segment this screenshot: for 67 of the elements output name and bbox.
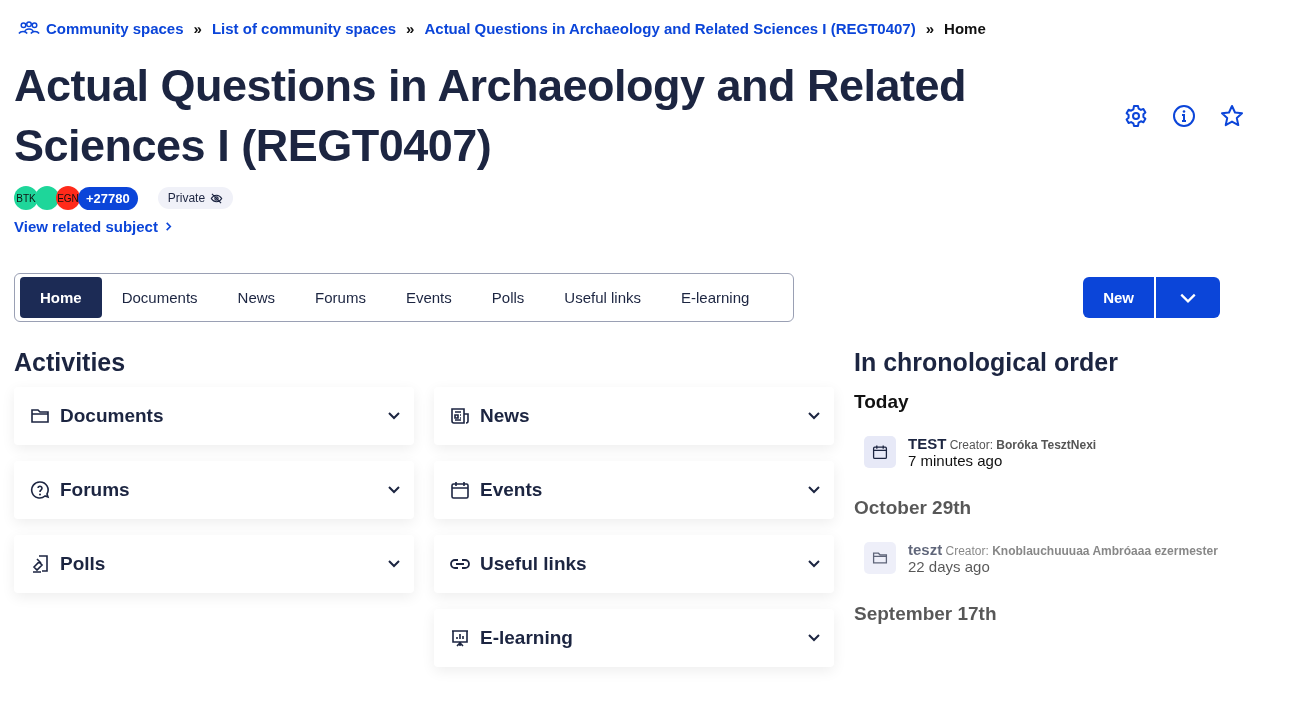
tab[interactable]: Useful links <box>544 277 661 318</box>
settings-icon[interactable] <box>1124 104 1148 128</box>
member-avatar: BTK <box>14 186 38 210</box>
related-subject-link[interactable]: View related subject <box>14 218 173 235</box>
breadcrumb-link[interactable]: Community spaces <box>46 19 184 37</box>
accordion-title: Events <box>480 479 544 501</box>
tab[interactable]: Home <box>20 277 102 318</box>
date-heading: Today <box>854 391 910 413</box>
tab[interactable]: Events <box>385 277 472 318</box>
chevron-down-icon <box>388 412 400 420</box>
activity-accordion[interactable]: News <box>434 387 834 445</box>
chevron-down-icon <box>808 486 820 494</box>
chevron-down-icon <box>808 634 820 642</box>
chevron-down-icon <box>1179 291 1197 304</box>
page-title: Actual Questions in Archaeology and Related Sciences I (REGT0407) <box>14 59 968 173</box>
breadcrumb-link[interactable]: Actual Questions in Archaeology and Related Sciences I (REGT0407) <box>424 19 916 37</box>
presentation-icon <box>450 628 470 648</box>
item-time: 22 days ago <box>908 558 991 575</box>
chevron-down-icon <box>388 560 400 568</box>
calendar-icon <box>450 480 470 500</box>
item-time: 7 minutes ago <box>908 452 1004 469</box>
new-button[interactable]: New <box>1083 277 1154 318</box>
folder-icon <box>872 550 888 566</box>
date-heading: October 29th <box>854 497 973 519</box>
folder-icon <box>30 406 50 426</box>
breadcrumb-current: Home <box>944 19 986 37</box>
info-icon[interactable] <box>1172 104 1196 128</box>
accordion-title: Polls <box>60 553 107 575</box>
chevron-right-icon <box>163 222 173 231</box>
calendar-icon <box>872 444 888 460</box>
activity-accordion[interactable]: E-learning <box>434 609 834 667</box>
item-title-line[interactable]: teszt Creator: Knoblauchuuuaa Ambróaaa ezermester <box>908 541 1218 558</box>
tab[interactable]: Documents <box>101 277 218 318</box>
accordion-title: News <box>480 405 531 427</box>
item-title-line[interactable]: TEST Creator: Boróka TesztNexi <box>908 435 1097 452</box>
member-count: +27780 <box>78 186 138 210</box>
newspaper-icon <box>450 406 470 426</box>
accordion-title: Documents <box>60 405 165 427</box>
accordion-title: Forums <box>60 479 131 501</box>
people-icon <box>18 20 40 36</box>
chevron-separator: » <box>193 19 202 37</box>
activity-accordion[interactable]: Polls <box>14 535 414 593</box>
tab[interactable]: News <box>217 277 296 318</box>
tab[interactable]: Forums <box>295 277 386 318</box>
tab[interactable]: Polls <box>471 277 545 318</box>
member-avatar: EGN <box>56 186 80 210</box>
accordion-title: Useful links <box>480 553 588 575</box>
chevron-down-icon <box>808 560 820 568</box>
activity-accordion[interactable]: Events <box>434 461 834 519</box>
chevron-separator: » <box>925 19 935 37</box>
chevron-separator: » <box>406 19 415 37</box>
tab[interactable]: E-learning <box>661 277 770 318</box>
activity-accordion[interactable]: Documents <box>14 387 414 445</box>
date-heading: September 17th <box>854 603 998 625</box>
section-heading: Activities <box>14 348 127 377</box>
chevron-down-icon <box>388 486 400 494</box>
activity-accordion[interactable]: Forums <box>14 461 414 519</box>
breadcrumb-link[interactable]: List of community spaces <box>211 19 397 37</box>
accordion-title: E-learning <box>480 627 574 649</box>
question-bubble-icon <box>30 480 50 500</box>
ballot-icon <box>30 554 50 574</box>
section-heading: In chronological order <box>854 348 1119 377</box>
star-icon[interactable] <box>1220 104 1244 128</box>
privacy-badge: Private <box>157 187 234 209</box>
activity-accordion[interactable]: Useful links <box>434 535 834 593</box>
chevron-down-icon <box>808 412 820 420</box>
dropdown-button[interactable] <box>1156 277 1220 318</box>
